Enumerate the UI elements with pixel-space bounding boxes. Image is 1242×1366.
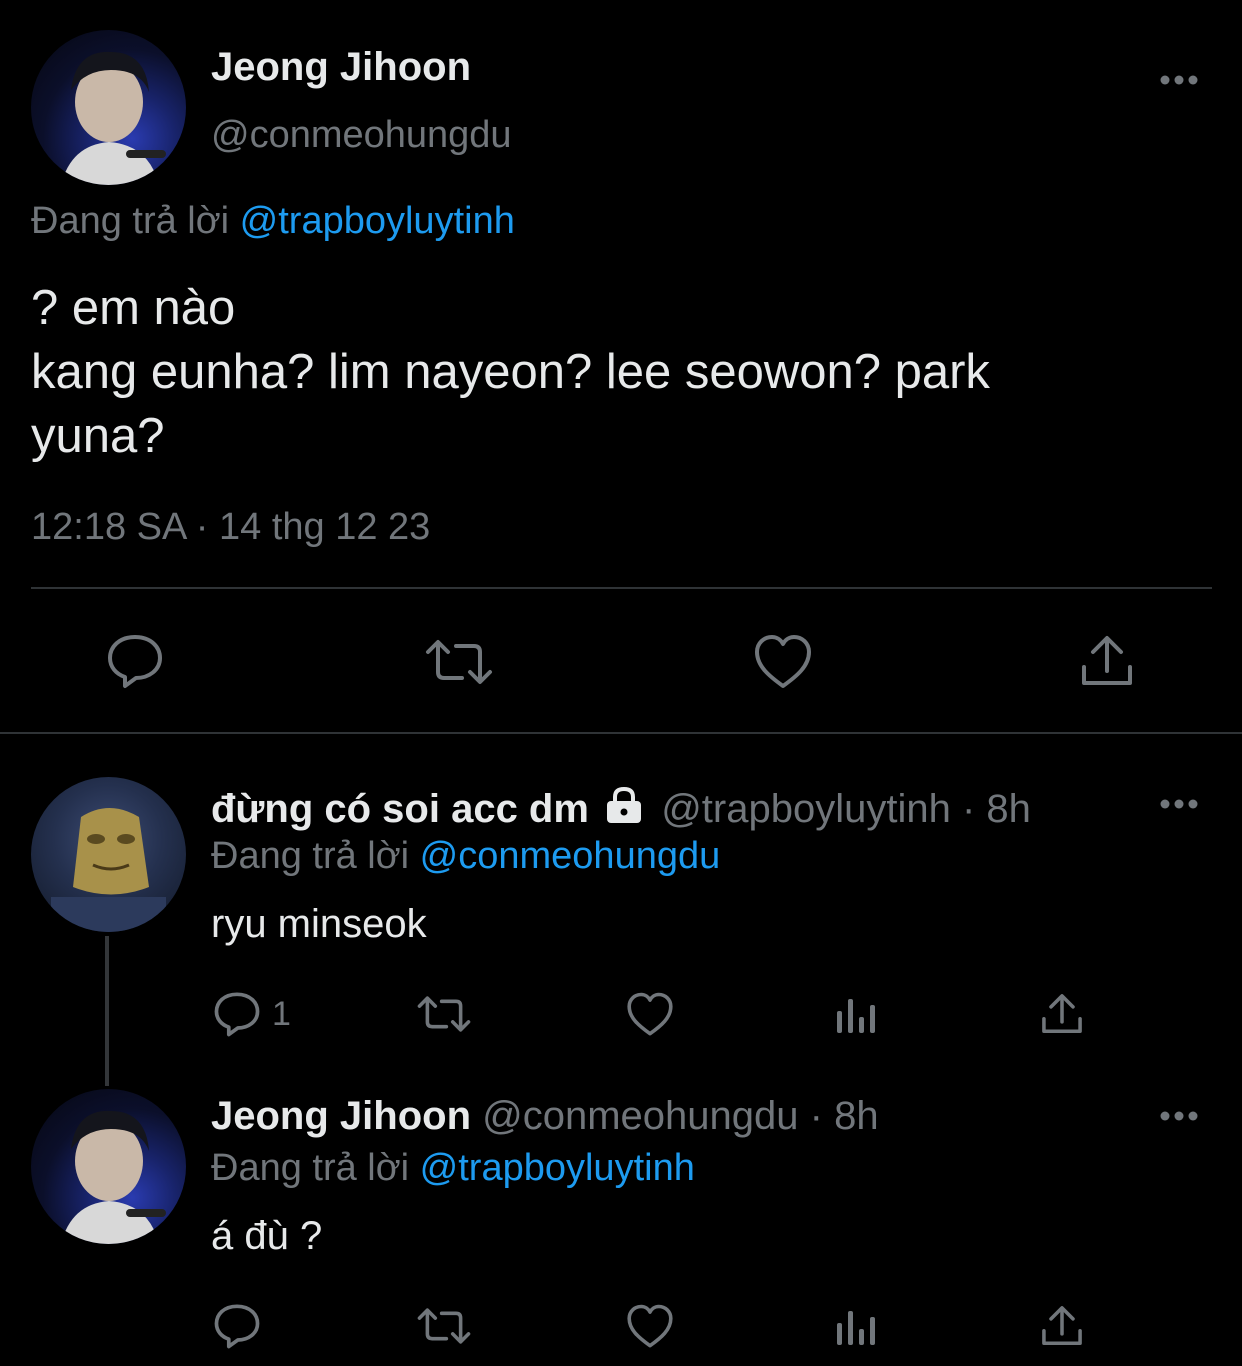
- tweet-text-line: ? em nào: [31, 281, 236, 335]
- replying-prefix: Đang trả lời: [31, 200, 230, 242]
- retweet-icon[interactable]: [424, 638, 494, 686]
- main-tweet-timestamp[interactable]: 12:18 SA · 14 thg 12 23: [31, 504, 430, 550]
- retweet-icon[interactable]: [416, 995, 472, 1033]
- reply1-replying-line: Đang trả lời @conmeohungdu: [211, 833, 720, 879]
- like-icon[interactable]: [753, 634, 813, 690]
- like-icon[interactable]: [626, 1304, 674, 1349]
- reply2-avatar[interactable]: [31, 1089, 186, 1244]
- reply2-author-name[interactable]: Jeong Jihoon: [211, 1094, 471, 1138]
- main-tweet-text: ? em nào kang eunha? lim nayeon? lee seo…: [31, 276, 990, 468]
- reply2-header: Jeong Jihoon @conmeohungdu · 8h: [211, 1093, 879, 1139]
- retweet-icon[interactable]: [416, 1307, 472, 1345]
- reply1-header: đừng có soi acc dm @trapboyluytinh · 8h: [211, 786, 1031, 832]
- replying-prefix: Đang trả lời: [211, 1147, 410, 1189]
- like-icon[interactable]: [626, 992, 674, 1037]
- reply2-author-handle[interactable]: @conmeohungdu: [482, 1094, 798, 1138]
- replying-to-link[interactable]: @conmeohungdu: [420, 835, 721, 877]
- share-icon[interactable]: [1040, 992, 1084, 1036]
- reply1-text: ryu minseok: [211, 902, 427, 946]
- replying-to-link[interactable]: @trapboyluytinh: [240, 200, 515, 242]
- replying-to-link[interactable]: @trapboyluytinh: [420, 1147, 695, 1189]
- reply1-author-handle[interactable]: @trapboyluytinh: [661, 787, 951, 831]
- lock-icon: [604, 786, 644, 824]
- share-icon[interactable]: [1040, 1304, 1084, 1348]
- reply2-replying-line: Đang trả lời @trapboyluytinh: [211, 1145, 695, 1191]
- main-tweet-author-handle[interactable]: @conmeohungdu: [211, 112, 512, 158]
- reply-icon[interactable]: [213, 991, 261, 1037]
- thread-line: [105, 936, 109, 1086]
- replying-to-line: Đang trả lời @trapboyluytinh: [31, 198, 515, 244]
- more-icon[interactable]: [1158, 1104, 1200, 1128]
- divider: [31, 587, 1212, 589]
- reply2-text: á đù ?: [211, 1214, 323, 1258]
- reply-icon[interactable]: [213, 1303, 261, 1349]
- reply1-time[interactable]: · 8h: [962, 787, 1031, 831]
- tweet-text-line: yuna?: [31, 409, 165, 463]
- share-icon[interactable]: [1079, 633, 1135, 689]
- main-tweet-avatar[interactable]: [31, 30, 186, 185]
- views-icon[interactable]: [835, 993, 877, 1035]
- reply2-time[interactable]: · 8h: [810, 1094, 879, 1138]
- replying-prefix: Đang trả lời: [211, 835, 410, 877]
- reply-icon[interactable]: [106, 633, 164, 689]
- main-tweet-author-name[interactable]: Jeong Jihoon: [211, 44, 471, 90]
- reply1-author-name[interactable]: đừng có soi acc dm: [211, 787, 589, 831]
- views-icon[interactable]: [835, 1305, 877, 1347]
- reply1-reply-count: 1: [272, 995, 291, 1033]
- divider: [0, 732, 1242, 734]
- more-icon[interactable]: [1158, 792, 1200, 816]
- tweet-text-line: kang eunha? lim nayeon? lee seowon? park: [31, 345, 990, 399]
- reply1-avatar[interactable]: [31, 777, 186, 932]
- more-icon[interactable]: [1158, 68, 1200, 92]
